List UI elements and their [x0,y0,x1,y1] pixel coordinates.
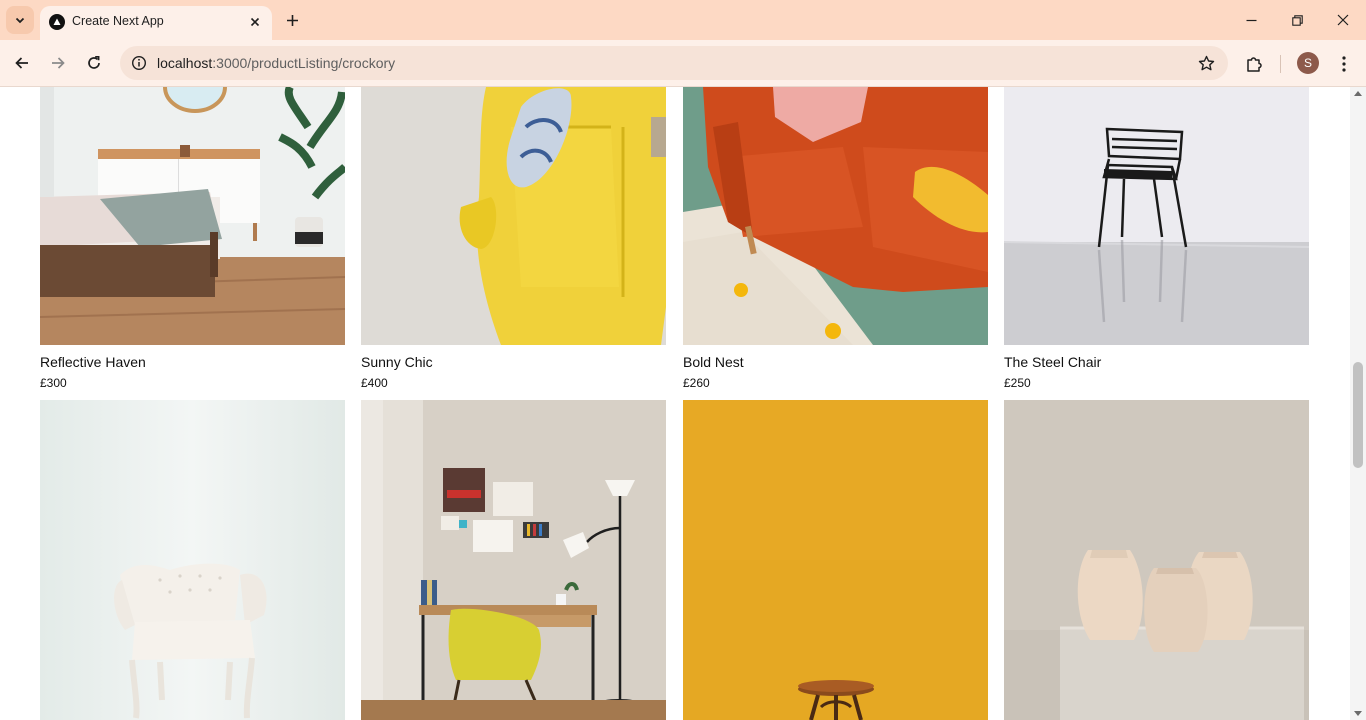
bookmark-button[interactable] [1196,53,1216,73]
tab-title: Create Next App [72,14,164,28]
extensions-button[interactable] [1242,52,1266,76]
close-window-button[interactable] [1320,6,1366,34]
browser-toolbar: localhost:3000/productListing/crockory S [0,40,1366,87]
product-image[interactable] [1004,87,1309,345]
minimize-icon [1246,19,1256,21]
toolbar-divider [1280,55,1281,73]
url-text[interactable]: localhost:3000/productListing/crockory [157,55,395,71]
product-image[interactable] [40,87,345,345]
product-image[interactable] [683,87,988,345]
product-name[interactable]: Sunny Chic [361,354,433,370]
close-icon [1337,14,1349,26]
tab-search-button[interactable] [6,6,34,34]
restore-icon [1291,14,1303,26]
product-price: £300 [40,376,67,390]
product-image[interactable] [1004,400,1309,720]
product-image[interactable] [361,400,666,720]
nextjs-triangle-icon [49,14,65,30]
product-image[interactable] [361,87,666,345]
address-bar[interactable]: localhost:3000/productListing/crockory [120,46,1228,80]
profile-avatar[interactable]: S [1297,52,1319,74]
product-name[interactable]: The Steel Chair [1004,354,1101,370]
active-tab[interactable]: Create Next App [40,6,272,40]
url-host: localhost [157,55,213,71]
product-price: £260 [683,376,710,390]
reload-button[interactable] [80,49,108,77]
kebab-menu-icon [1342,56,1346,72]
browser-tab-strip: Create Next App [0,0,1366,40]
restore-button[interactable] [1274,6,1320,34]
chevron-down-icon [15,17,25,24]
close-icon[interactable] [246,13,264,31]
puzzle-icon [1247,57,1262,72]
product-price: £400 [361,376,388,390]
arrow-right-icon [52,57,65,69]
product-name[interactable]: Bold Nest [683,354,744,370]
arrow-left-icon [15,57,28,69]
page-scrollbar[interactable] [1350,87,1366,720]
scroll-up-arrow-icon[interactable] [1354,91,1362,96]
product-listing-page: Reflective Haven £300 Sunny Chic £400 Bo… [0,87,1350,720]
plus-icon [286,14,298,26]
forward-button[interactable] [44,49,72,77]
info-icon [131,55,147,71]
minimize-button[interactable] [1228,6,1274,34]
scrollbar-thumb[interactable] [1353,362,1363,468]
url-path: :3000/productListing/crockory [212,55,396,71]
new-tab-button[interactable] [280,8,304,32]
back-button[interactable] [8,49,36,77]
browser-menu-button[interactable] [1334,52,1354,76]
scroll-down-arrow-icon[interactable] [1354,711,1362,716]
product-price: £250 [1004,376,1031,390]
product-image[interactable] [683,400,988,720]
reload-icon [88,55,100,69]
product-name[interactable]: Reflective Haven [40,354,146,370]
star-icon [1198,55,1214,70]
site-info-button[interactable] [128,52,150,74]
product-image[interactable] [40,400,345,720]
